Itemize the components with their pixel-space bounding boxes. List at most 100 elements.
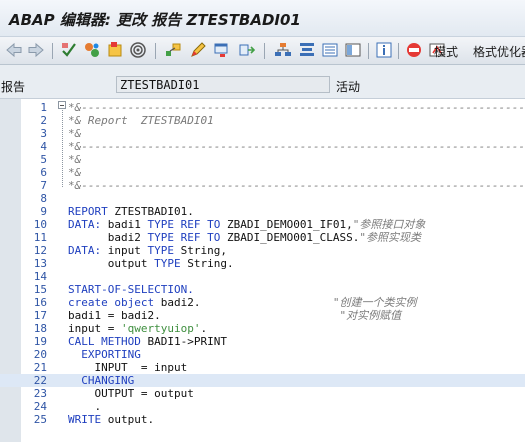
- line-number: 7: [40, 179, 47, 192]
- code-text: *&: [68, 166, 81, 179]
- line-number: 4: [40, 140, 47, 153]
- code-token: ZTESTBADI01.: [107, 205, 194, 218]
- code-text: REPORT ZTESTBADI01.: [68, 205, 194, 218]
- code-line[interactable]: 3 *&: [0, 127, 525, 140]
- code-token: *&: [68, 127, 82, 140]
- code-text: *&: [68, 127, 81, 140]
- code-line[interactable]: 24 .: [0, 400, 525, 413]
- line-number: 20: [33, 348, 47, 361]
- code-line[interactable]: 21 INPUT = input: [0, 361, 525, 374]
- line-number: 10: [33, 218, 47, 231]
- mode-button[interactable]: 模式: [434, 43, 458, 60]
- report-name-field[interactable]: ZTESTBADI01: [116, 76, 330, 93]
- code-line[interactable]: 9 REPORT ZTESTBADI01.: [0, 205, 525, 218]
- line-number: 24: [33, 400, 47, 413]
- line-number: 11: [33, 231, 47, 244]
- code-token: ZBADI_DEMO001_CLASS.: [220, 231, 360, 244]
- code-text: INPUT = input: [68, 361, 187, 374]
- code-line[interactable]: 12 DATA: input TYPE String,: [0, 244, 525, 257]
- code-line[interactable]: 14: [0, 270, 525, 283]
- code-token: DATA:: [68, 218, 102, 231]
- object-list-icon[interactable]: [274, 41, 292, 59]
- code-line[interactable]: 6 *&: [0, 166, 525, 179]
- line-number: 21: [33, 361, 47, 374]
- test-run-icon[interactable]: [129, 41, 147, 59]
- code-token: input: [101, 244, 148, 257]
- code-token: TYPE: [154, 257, 181, 270]
- status-text: 活动: [336, 80, 361, 94]
- code-token: .: [200, 322, 208, 335]
- code-line[interactable]: 13 output TYPE String.: [0, 257, 525, 270]
- line-number: 6: [40, 166, 47, 179]
- code-line[interactable]: 2 *& Report ZTESTBADI01: [0, 114, 525, 127]
- breakpoint-icon[interactable]: [405, 41, 423, 59]
- line-number: 12: [33, 244, 47, 257]
- code-token: "创建一个类实例: [332, 296, 417, 309]
- code-line[interactable]: 16 create object badi2. "创建一个类实例: [0, 296, 525, 309]
- code-token: ZBADI_DEMO001_IF01,: [220, 218, 353, 231]
- code-token: "参照接口对象: [352, 218, 426, 231]
- code-text: create object badi2. "创建一个类实例: [68, 296, 417, 309]
- code-line[interactable]: 11 badi2 TYPE REF TO ZBADI_DEMO001_CLASS…: [0, 231, 525, 244]
- code-line[interactable]: 10 DATA: badi1 TYPE REF TO ZBADI_DEMO001_…: [0, 218, 525, 231]
- code-line[interactable]: 17 badi1 = badi2. "对实例赋值: [0, 309, 525, 322]
- code-token: TYPE REF TO: [147, 231, 221, 244]
- code-text: *&--------------------------------------…: [68, 179, 525, 192]
- code-line[interactable]: 19 CALL METHOD BADI1->PRINT: [0, 335, 525, 348]
- display-list-icon[interactable]: [321, 41, 339, 59]
- code-token: WRITE: [68, 413, 102, 426]
- back-icon[interactable]: [5, 41, 23, 59]
- forward-icon[interactable]: [27, 41, 45, 59]
- toolbar-separator: [155, 43, 156, 59]
- code-text: EXPORTING: [68, 348, 141, 361]
- code-token: OUTPUT = output: [68, 387, 194, 400]
- other-object-icon[interactable]: [83, 41, 101, 59]
- code-token: badi2: [68, 231, 148, 244]
- code-editor[interactable]: 1 *&-------------------------------------…: [0, 98, 525, 442]
- code-line[interactable]: 8: [0, 192, 525, 205]
- code-line[interactable]: 18 input = 'qwertyuiop'.: [0, 322, 525, 335]
- code-token: .: [68, 400, 102, 413]
- line-number: 19: [33, 335, 47, 348]
- code-line[interactable]: 20 EXPORTING: [0, 348, 525, 361]
- code-token: START-OF-SELECTION.: [68, 283, 194, 296]
- layout-icon[interactable]: [344, 41, 362, 59]
- toolbar-separator: [368, 43, 369, 59]
- display-change-icon[interactable]: [189, 41, 207, 59]
- code-text: DATA: badi1 TYPE REF TO ZBADI_DEMO001_IF…: [68, 218, 425, 231]
- code-text: badi2 TYPE REF TO ZBADI_DEMO001_CLASS."参…: [68, 231, 421, 244]
- code-token: REPORT: [68, 205, 108, 218]
- code-line[interactable]: 4 *&-------------------------------------…: [0, 140, 525, 153]
- code-token: create object: [68, 296, 155, 309]
- check-syntax-icon[interactable]: [60, 41, 78, 59]
- code-token: String,: [173, 244, 227, 257]
- pretty-printer-button[interactable]: 格式优化器: [473, 43, 525, 60]
- code-token: output: [68, 257, 155, 270]
- code-token: 'qwertyuiop': [120, 322, 201, 335]
- code-line[interactable]: 15 START-OF-SELECTION.: [0, 283, 525, 296]
- code-token: *&--------------------------------------…: [68, 101, 525, 114]
- code-line[interactable]: 1 *&-------------------------------------…: [0, 101, 525, 114]
- code-token: "对实例赋值: [339, 309, 402, 322]
- code-line[interactable]: 5 *&: [0, 153, 525, 166]
- code-line[interactable]: 23 OUTPUT = output: [0, 387, 525, 400]
- code-text: DATA: input TYPE String,: [68, 244, 227, 257]
- code-token: EXPORTING: [68, 348, 141, 361]
- code-line[interactable]: 7 *&-------------------------------------…: [0, 179, 525, 192]
- activate-icon[interactable]: [106, 41, 124, 59]
- line-number: 8: [40, 192, 47, 205]
- edit-icon[interactable]: [213, 41, 231, 59]
- code-token: CHANGING: [68, 374, 135, 387]
- mark-icon[interactable]: [238, 41, 256, 59]
- report-label: 报告: [1, 80, 26, 94]
- navigation-window-icon[interactable]: [298, 41, 316, 59]
- code-text: badi1 = badi2. "对实例赋值: [68, 309, 401, 322]
- help-icon[interactable]: [375, 41, 393, 59]
- code-line[interactable]: 22 CHANGING: [0, 374, 525, 387]
- code-token: TYPE REF TO: [147, 218, 221, 231]
- code-token: String.: [180, 257, 234, 270]
- code-line[interactable]: 25 WRITE output.: [0, 413, 525, 426]
- where-used-icon[interactable]: [164, 41, 182, 59]
- line-number: 2: [40, 114, 47, 127]
- code-token: CALL METHOD: [68, 335, 141, 348]
